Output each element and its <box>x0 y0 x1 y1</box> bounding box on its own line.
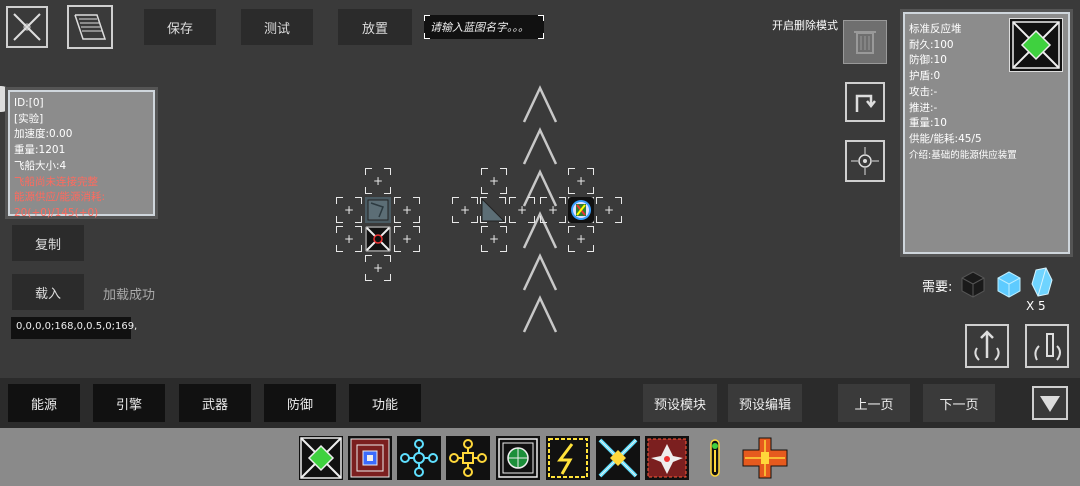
requirements-label: 需要: <box>922 280 953 295</box>
mirror-horizontal-icon[interactable] <box>965 324 1009 368</box>
prev-page-button[interactable]: 上一页 <box>838 384 910 422</box>
empty-build-slot[interactable]: + <box>394 197 420 223</box>
tab-energy[interactable]: 能源 <box>8 384 80 422</box>
undo-icon[interactable] <box>845 82 885 122</box>
ship-class: [实验] <box>14 112 44 125</box>
preset-edit-button[interactable]: 预设编辑 <box>728 384 802 422</box>
save-button[interactable]: 保存 <box>144 9 216 45</box>
tab-weapon[interactable]: 武器 <box>179 384 251 422</box>
ice-cube-icon <box>997 271 1021 298</box>
tray-cross-core-icon[interactable] <box>596 436 640 480</box>
module-info-panel: 标准反应堆 耐久:100 防御:10 护盾:0 攻击:- 推进:- 重量:10 … <box>903 12 1070 254</box>
center-target-icon[interactable] <box>845 140 885 182</box>
reactor-core-block[interactable] <box>365 226 391 252</box>
tray-thruster-icon[interactable] <box>697 436 733 480</box>
ship-info-text: ID:[0] [实验] 加速度:0.00 重量:1201 飞船大小:4 飞船尚未… <box>10 92 153 226</box>
tray-yellow-node-icon[interactable] <box>446 436 490 480</box>
tray-lightning-icon[interactable] <box>546 436 590 480</box>
blueprint-code-field[interactable]: 0,0,0,0;168,0,0.5,0;169, <box>11 317 137 339</box>
module-weight: 重量:10 <box>909 117 947 130</box>
armor-block[interactable] <box>365 197 391 223</box>
test-button[interactable]: 测试 <box>241 9 313 45</box>
requirement-count: X 5 <box>1026 299 1046 313</box>
ship-power-label: 能源供应/能源消耗: <box>14 191 106 204</box>
crystal-icon <box>1031 267 1053 297</box>
module-preview-icon <box>1009 18 1063 72</box>
tab-function[interactable]: 功能 <box>349 384 421 422</box>
empty-build-slot[interactable]: + <box>596 197 622 223</box>
blueprint-name-input[interactable]: 请输入蓝图名字。。。 <box>424 15 544 39</box>
place-button[interactable]: 放置 <box>338 9 412 45</box>
empty-build-slot[interactable]: + <box>336 197 362 223</box>
metal-cube-icon <box>961 271 985 298</box>
trash-icon[interactable] <box>843 20 887 64</box>
ship-power-value: 20(+0)/145(+0) <box>14 206 99 219</box>
empty-build-slot[interactable]: + <box>568 226 594 252</box>
load-button[interactable]: 载入 <box>12 274 84 310</box>
delete-mode-label: 开启删除模式 <box>772 19 838 32</box>
collapse-tray-icon[interactable] <box>1032 386 1068 420</box>
ship-size: 飞船大小:4 <box>14 159 67 172</box>
blueprint-code-text: 0,0,0,0;168,0,0.5,0;169, <box>16 321 138 332</box>
tab-engine[interactable]: 引擎 <box>93 384 165 422</box>
armor-slope-block[interactable] <box>480 197 506 223</box>
empty-build-slot[interactable]: + <box>336 226 362 252</box>
empty-build-slot[interactable]: + <box>481 226 507 252</box>
empty-build-slot[interactable]: + <box>481 168 507 194</box>
tray-blue-node-icon[interactable] <box>397 436 441 480</box>
module-power: 供能/能耗:45/5 <box>909 132 982 145</box>
next-page-button[interactable]: 下一页 <box>923 384 995 422</box>
empty-build-slot[interactable]: + <box>509 197 535 223</box>
shield-generator-block[interactable] <box>568 197 594 223</box>
load-status: 加载成功 <box>103 288 156 303</box>
ship-weight: 重量:1201 <box>14 144 66 157</box>
blueprint-list-icon[interactable] <box>67 5 113 49</box>
tray-red-fighter-icon[interactable] <box>645 436 689 480</box>
tray-green-core-icon[interactable] <box>496 436 540 480</box>
ship-id: ID:[0] <box>14 97 44 109</box>
ship-acceleration: 加速度:0.00 <box>14 128 73 141</box>
copy-button[interactable]: 复制 <box>12 225 84 261</box>
tab-defense[interactable]: 防御 <box>264 384 336 422</box>
tray-maze-core-icon[interactable] <box>348 436 392 480</box>
preset-module-button[interactable]: 预设模块 <box>643 384 717 422</box>
tray-orange-cross-icon[interactable] <box>741 436 789 480</box>
empty-build-slot[interactable]: + <box>365 255 391 281</box>
module-attack: 攻击:- <box>909 85 938 98</box>
rotate-icon[interactable] <box>1025 324 1069 368</box>
empty-build-slot[interactable]: + <box>540 197 566 223</box>
empty-build-slot[interactable]: + <box>394 226 420 252</box>
ship-info-panel: ID:[0] [实验] 加速度:0.00 重量:1201 飞船大小:4 飞船尚未… <box>8 90 155 219</box>
module-tray <box>0 428 1080 486</box>
module-thrust: 推进:- <box>909 101 938 114</box>
close-icon[interactable] <box>6 6 48 48</box>
ship-connection-warning: 飞船尚未连接完整 <box>14 175 98 188</box>
tray-reactor-icon[interactable] <box>299 436 343 480</box>
blueprint-name-placeholder: 请输入蓝图名字。。。 <box>430 21 529 34</box>
empty-build-slot[interactable]: + <box>568 168 594 194</box>
module-description: 介绍:基础的能源供应装置 <box>909 149 1017 161</box>
empty-build-slot[interactable]: + <box>452 197 478 223</box>
empty-build-slot[interactable]: + <box>365 168 391 194</box>
